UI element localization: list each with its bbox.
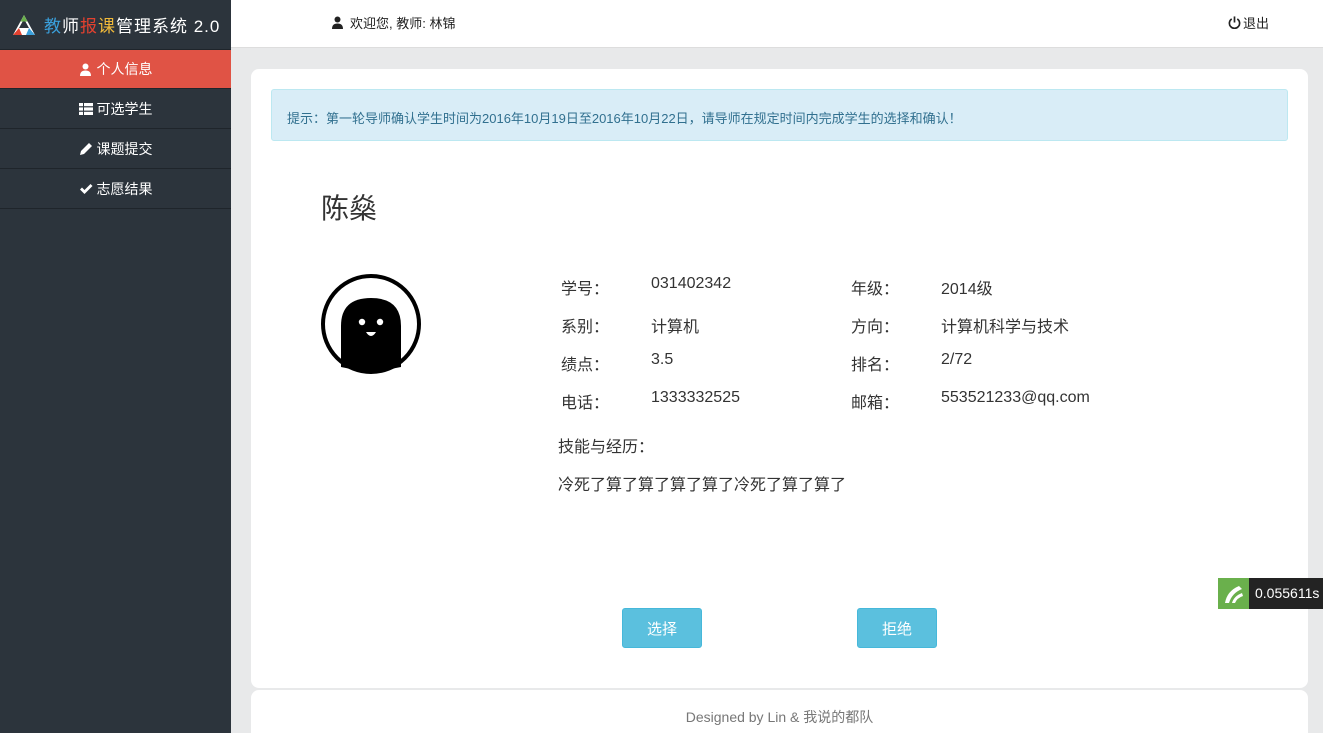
sidebar-item-label: 个人信息 xyxy=(96,61,153,77)
field-student-id-value: 031402342 xyxy=(651,275,732,292)
field-department-value: 计算机 xyxy=(651,319,700,336)
sidebar-item-students[interactable]: 可选学生 xyxy=(0,89,231,129)
field-gpa-value: 3.5 xyxy=(651,351,674,368)
sidebar-item-results[interactable]: 志愿结果 xyxy=(0,169,231,209)
field-rank-label: 排名： xyxy=(851,357,900,374)
list-icon xyxy=(78,102,93,116)
timer-logo-icon xyxy=(1218,578,1249,609)
field-phone-label: 电话： xyxy=(561,395,610,412)
field-department-label: 系别： xyxy=(561,319,610,336)
field-rank-value: 2/72 xyxy=(941,351,973,368)
notice-alert: 提示：第一轮导师确认学生时间为2016年10月19日至2016年10月22日，请… xyxy=(271,89,1288,141)
field-major-value: 计算机科学与技术 xyxy=(941,319,1070,336)
footer: Designed by Lin & 我说的都队 xyxy=(251,690,1308,733)
field-email-value: 553521233@qq.com xyxy=(941,389,1090,406)
sidebar: 教师报课管理系统 2.0 个人信息 可选学生 课题提交 志愿结果 xyxy=(0,0,231,733)
welcome-text: 欢迎您, 教师: 林锦 xyxy=(350,16,456,31)
field-student-id-label: 学号： xyxy=(561,281,610,298)
top-bar: 欢迎您, 教师: 林锦 退出 xyxy=(231,0,1323,48)
sidebar-item-label: 可选学生 xyxy=(96,100,153,117)
brand-part-5: 管理系统 2.0 xyxy=(116,17,221,36)
field-major-label: 方向： xyxy=(851,319,900,336)
brand-title: 教师报课管理系统 2.0 xyxy=(44,12,220,37)
skills-text: 冷死了算了算了算了算了冷死了算了算了 xyxy=(558,477,847,494)
skills-label: 技能与经历： xyxy=(558,439,655,456)
power-icon xyxy=(1228,16,1241,29)
field-grade-label: 年级： xyxy=(851,281,900,298)
select-button[interactable]: 选择 xyxy=(622,608,702,648)
pencil-icon xyxy=(79,142,93,156)
sidebar-item-profile[interactable]: 个人信息 xyxy=(0,49,231,89)
brand[interactable]: 教师报课管理系统 2.0 xyxy=(0,0,231,49)
user-icon xyxy=(79,62,93,76)
avatar xyxy=(321,274,421,374)
field-email-label: 邮箱： xyxy=(851,395,900,412)
user-icon xyxy=(332,16,343,29)
sidebar-item-label: 课题提交 xyxy=(96,140,153,157)
brand-part-1: 教 xyxy=(44,17,62,36)
logo-icon xyxy=(13,14,35,35)
timer-badge: 0.055611s xyxy=(1218,578,1323,609)
sidebar-item-topic[interactable]: 课题提交 xyxy=(0,129,231,169)
field-grade-value: 2014级 xyxy=(941,281,993,298)
welcome-message: 欢迎您, 教师: 林锦 xyxy=(331,13,455,32)
check-icon xyxy=(79,182,93,196)
timer-value: 0.055611s xyxy=(1249,578,1323,609)
main-panel: 提示：第一轮导师确认学生时间为2016年10月19日至2016年10月22日，请… xyxy=(251,69,1308,688)
field-gpa-label: 绩点： xyxy=(561,357,610,374)
brand-part-3: 报 xyxy=(80,17,98,36)
student-name: 陈燊 xyxy=(321,193,378,224)
sidebar-item-label: 志愿结果 xyxy=(96,180,153,197)
logout-button[interactable]: 退出 xyxy=(1228,13,1269,32)
reject-button[interactable]: 拒绝 xyxy=(857,608,937,648)
brand-part-2: 师 xyxy=(62,17,80,36)
field-phone-value: 1333332525 xyxy=(651,389,740,406)
brand-part-4: 课 xyxy=(98,17,116,36)
logout-label: 退出 xyxy=(1242,16,1269,31)
